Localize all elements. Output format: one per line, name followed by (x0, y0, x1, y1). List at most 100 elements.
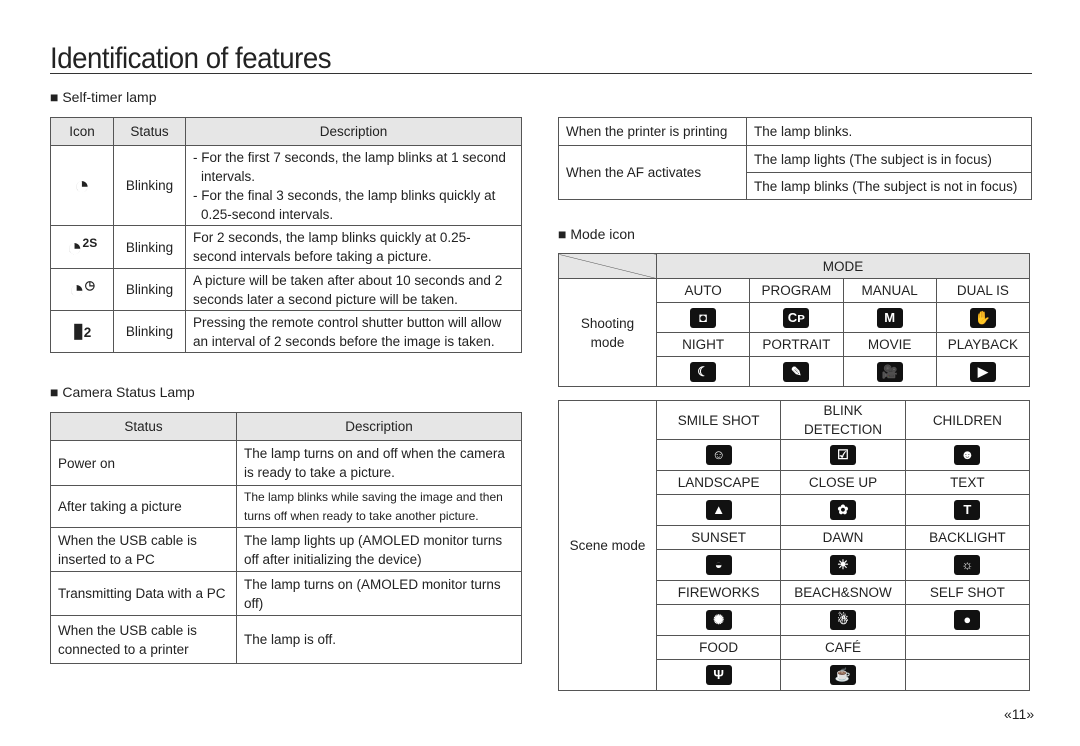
table-row: Transmitting Data with a PC The lamp turn… (50, 571, 522, 616)
beach-snow-icon: ☃ (829, 610, 856, 631)
portrait-icon: ✎ (783, 361, 810, 382)
playback-icon: ▶ (969, 361, 996, 382)
landscape-icon: ▲ (705, 500, 732, 521)
mode-icon-cell: T (904, 494, 1031, 526)
mode-label: BEACH&SNOW (780, 580, 906, 605)
double-timer-icon: ◔ (68, 274, 85, 304)
table-row: When the USB cable is connected to a pri… (50, 615, 522, 664)
mode-icon-cell: M (842, 302, 937, 333)
mode-label: PORTRAIT (749, 332, 844, 357)
table-row: When the AF activates The lamp lights (Th… (558, 145, 1032, 200)
mode-icon-cell: ▶ (935, 356, 1031, 387)
sunset-icon: ◒ (705, 555, 732, 576)
page-number: «11» (1004, 706, 1035, 722)
camera-status-heading: ■ Camera Status Lamp (50, 384, 195, 400)
mode-icon-cell: ☃ (780, 604, 906, 636)
self-shot-icon: ● (954, 610, 981, 631)
camera-icon: ◘ (690, 307, 717, 328)
shooting-mode-table: MODE Shooting mode AUTO PROGRAM MANUAL DUAL … (558, 253, 1031, 387)
table-row: ▮2 Blinking Pressing the remote control sh… (50, 310, 522, 353)
mode-icon-cell: Cᴘ (749, 302, 844, 333)
mode-icon-heading: ■ Mode icon (558, 226, 635, 242)
dawn-icon: ☀ (829, 555, 856, 576)
night-icon: ☾ (690, 361, 717, 382)
mode-icon-cell: ● (904, 604, 1031, 636)
header-status: Status (50, 412, 237, 441)
status: Transmitting Data with a PC (50, 571, 237, 616)
mode-header: MODE (656, 253, 1030, 279)
mode-icon-cell: ◘ (655, 302, 751, 333)
mode-label: SUNSET (655, 525, 782, 550)
mode-icon-cell: Ψ (655, 659, 782, 691)
status: Power on (50, 440, 237, 486)
movie-icon: 🎥 (876, 361, 903, 382)
mode-label: DUAL IS (935, 278, 1031, 303)
mode-label: MANUAL (842, 278, 937, 303)
food-icon: Ψ (705, 665, 732, 686)
mode-label: AUTO (655, 278, 751, 303)
mode-label: BLINK DETECTION (780, 400, 906, 440)
mode-icon-cell: ☾ (655, 356, 751, 387)
self-timer-10s-icon: ◔ (74, 170, 90, 200)
mode-icon-cell: 🎥 (842, 356, 937, 387)
mode-icon-cell: ☺ (655, 439, 782, 471)
mode-icon-cell: ☕ (780, 659, 906, 691)
mode-label: SMILE SHOT (655, 400, 782, 440)
description: Pressing the remote control shutter butt… (185, 310, 522, 353)
table-row: Power on The lamp turns on and off when t… (50, 440, 522, 486)
description: The lamp blinks. (746, 117, 1032, 146)
mode-label: MOVIE (842, 332, 937, 357)
mode-label: CAFÉ (780, 635, 906, 660)
program-icon: Cᴘ (783, 307, 810, 328)
mode-label: PLAYBACK (935, 332, 1031, 357)
status: After taking a picture (50, 485, 237, 528)
mode-icon-cell: ▲ (655, 494, 782, 526)
status: Blinking (113, 268, 186, 311)
blink-detection-icon: ☑ (829, 445, 856, 466)
self-timer-2s-icon: ◔ (66, 231, 83, 262)
mode-icon-cell: ✎ (749, 356, 844, 387)
small-timer-icon: ◷ (84, 278, 96, 292)
mode-label (904, 635, 1031, 660)
description: The lamp blinks while saving the image a… (236, 485, 522, 528)
description: - For the first 7 seconds, the lamp blin… (193, 149, 506, 165)
mode-icon-cell: ☀ (780, 549, 906, 581)
mode-icon-cell: ☻ (904, 439, 1031, 471)
mode-icon-cell: ☑ (780, 439, 906, 471)
mode-label: BACKLIGHT (904, 525, 1031, 550)
icon-label: 2S (82, 235, 98, 250)
description: The lamp lights (The subject is in focus… (746, 145, 1032, 173)
mode-icon-cell: ✺ (655, 604, 782, 636)
description: For 2 seconds, the lamp blinks quickly a… (185, 225, 522, 269)
mode-group-label: Shooting mode (558, 278, 657, 387)
table-row: ◔◷ Blinking A picture will be taken after … (50, 268, 522, 311)
description: intervals. (201, 168, 256, 184)
diagonal-corner (558, 253, 657, 279)
close-up-icon: ✿ (829, 500, 856, 521)
manual-icon: M (876, 307, 903, 328)
mode-icon-cell: ✋ (935, 302, 1031, 333)
camera-status-table: Status Description Power on The lamp turns… (50, 412, 522, 664)
scene-mode-table: Scene mode SMILE SHOT BLINK DETECTION CHILD… (558, 400, 1031, 691)
mode-label: LANDSCAPE (655, 470, 782, 495)
header-description: Description (236, 412, 522, 441)
header-description: Description (185, 117, 522, 146)
title-rule (50, 73, 1032, 74)
fireworks-icon: ✺ (705, 610, 732, 631)
backlight-icon: ☼ (954, 555, 981, 576)
table-row: ◔2S Blinking For 2 seconds, the lamp blink… (50, 225, 522, 269)
icon-label: 2 (83, 324, 92, 340)
mode-group-label: Scene mode (558, 400, 657, 691)
mode-label: SELF SHOT (904, 580, 1031, 605)
mode-icon-cell (904, 659, 1031, 691)
mode-label: FIREWORKS (655, 580, 782, 605)
description: The lamp lights up (AMOLED monitor turns… (236, 527, 522, 572)
description: The lamp turns on and off when the camer… (236, 440, 522, 486)
status: When the printer is printing (558, 117, 747, 146)
table-row: After taking a picture The lamp blinks wh… (50, 485, 522, 528)
mode-label: DAWN (780, 525, 906, 550)
mode-icon-cell: ◒ (655, 549, 782, 581)
smile-icon: ☺ (705, 445, 732, 466)
description: A picture will be taken after about 10 s… (185, 268, 522, 311)
mode-label: NIGHT (655, 332, 751, 357)
